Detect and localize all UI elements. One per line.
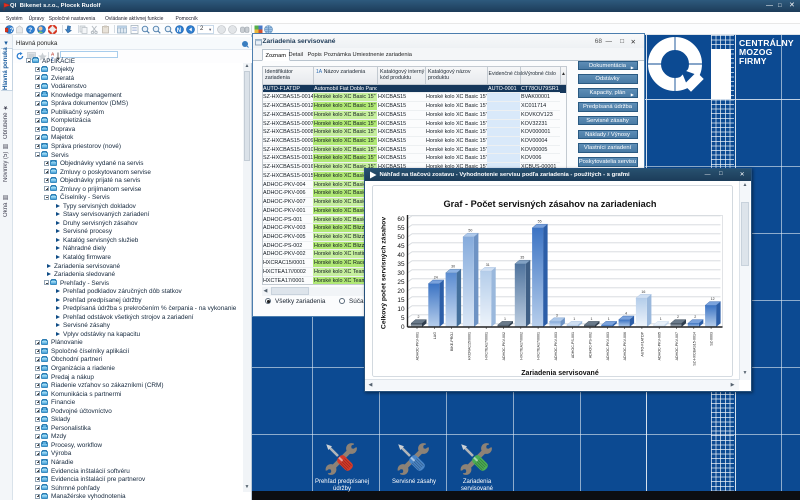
svg-text:5: 5 [400,315,404,322]
svg-text:4: 4 [625,311,627,315]
svg-text:55: 55 [537,219,541,223]
svg-text:1: 1 [590,316,592,320]
svg-text:20: 20 [397,288,405,295]
svg-text:ADHOC-PKV-002: ADHOC-PKV-002 [502,332,506,360]
svg-text:16: 16 [641,289,645,293]
svg-text:2: 2 [677,315,679,319]
svg-text:HXCTEA17/0002: HXCTEA17/0002 [519,332,523,360]
svg-text:ADHOC-PKV-003: ADHOC-PKV-003 [553,332,557,360]
svg-text:24: 24 [433,275,437,279]
svg-text:N: N [177,28,181,34]
svg-text:2: 2 [694,315,696,319]
svg-text:SZ-HXCBAS15-0014: SZ-HXCBAS15-0014 [692,332,696,366]
svg-text:25: 25 [397,279,405,286]
svg-text:Zariadenia servisované: Zariadenia servisované [521,370,599,377]
svg-text:1: 1 [504,316,506,320]
svg-text:ADHOC-PKV-007: ADHOC-PKV-007 [675,332,679,360]
svg-text:ADHOC-PKV-005: ADHOC-PKV-005 [657,332,661,360]
svg-text:45: 45 [397,243,405,250]
svg-text:55: 55 [397,225,405,232]
svg-text:HXCRAC15/0001: HXCRAC15/0001 [467,332,471,360]
svg-text:12: 12 [710,297,714,301]
svg-text:ADHOC-PS-002: ADHOC-PS-002 [588,332,592,358]
svg-text:2: 2 [417,315,419,319]
svg-text:?: ? [9,27,13,34]
svg-text:AUTO-F1ATDP: AUTO-F1ATDP [640,331,644,356]
svg-text:ADHOC-PKV-003: ADHOC-PKV-003 [605,332,609,360]
svg-text:50: 50 [468,228,472,232]
svg-text:40: 40 [397,252,405,259]
svg-text:1: 1 [607,316,609,320]
svg-text:?: ? [28,27,32,34]
svg-text:60: 60 [397,216,405,223]
svg-text:1: 1 [573,316,575,320]
svg-text:1: 1 [659,316,661,320]
svg-text:ADHOC-PKV-006: ADHOC-PKV-006 [623,332,627,360]
svg-text:BIKE-PROJ: BIKE-PROJ [450,331,454,350]
svg-text:HXCTEA17/0001: HXCTEA17/0001 [484,332,488,360]
svg-text:ADHOC-PKV-001: ADHOC-PKV-001 [415,332,419,360]
svg-text:31: 31 [485,262,489,266]
svg-text:0: 0 [400,324,404,331]
svg-text:35: 35 [397,261,405,268]
svg-text:LAG: LAG [432,331,436,338]
svg-text:15: 15 [397,297,405,304]
svg-text:3: 3 [555,313,557,317]
svg-text:50: 50 [397,234,405,241]
svg-text:SZ-0003: SZ-0003 [709,332,713,346]
svg-text:35: 35 [520,255,524,259]
svg-text:Graf - Počet servisných zásaho: Graf - Počet servisných zásahov na zaria… [443,199,656,209]
svg-text:10: 10 [397,306,405,313]
svg-text:Celkový počet servisných zásah: Celkový počet servisných zásahov [380,216,387,328]
svg-text:30: 30 [451,264,455,268]
svg-text:30: 30 [397,270,405,277]
svg-text:HXCTEA17/0001: HXCTEA17/0001 [536,332,540,360]
svg-text:ADHOC-PS-001: ADHOC-PS-001 [571,332,575,358]
